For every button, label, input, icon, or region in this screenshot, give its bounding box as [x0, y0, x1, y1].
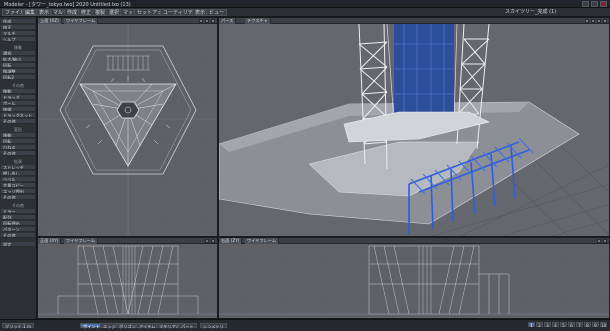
layer-name-dropdown[interactable]: スカイツリー_完成 (1): [505, 9, 556, 16]
toolbar-button[interactable]: ドラッグネット: [1, 113, 35, 118]
toolbar-button[interactable]: 伸縮: [1, 107, 35, 112]
pan-icon[interactable]: [591, 19, 595, 23]
toolbar-button[interactable]: ミラー: [1, 209, 35, 214]
layer-button[interactable]: 4: [552, 322, 559, 328]
zoom-icon[interactable]: [597, 19, 601, 23]
toolbar-button[interactable]: 作成: [1, 19, 35, 24]
toolbar-button[interactable]: 拡大/縮小: [1, 57, 35, 62]
maximize-viewport-icon[interactable]: [603, 239, 607, 243]
side-view-canvas: [219, 244, 609, 318]
toolbar-button[interactable]: その他: [1, 119, 35, 124]
toolbar-button[interactable]: ヘルプ: [1, 37, 35, 42]
status-bar: グリッド 1 m ポイント エッジ ポリゴン アイテム マテリアル パート シン…: [0, 319, 610, 331]
toolbar-button[interactable]: 微調整: [1, 69, 35, 74]
mode-part-button[interactable]: パート: [178, 323, 197, 329]
toolbar-button[interactable]: 回転: [1, 63, 35, 68]
toolbar-button[interactable]: パターン: [1, 227, 35, 232]
title-bar: Modeler - [タワー_tokyo.lwo] 2020 Untitled.…: [0, 0, 610, 8]
toolbar-button[interactable]: 回転押出: [1, 221, 35, 226]
rotate-icon[interactable]: [585, 19, 589, 23]
top-view-canvas: [38, 24, 217, 236]
layer-button[interactable]: 2: [536, 322, 543, 328]
symmetry-button[interactable]: シンメトリ: [200, 323, 227, 329]
layer-button[interactable]: 1: [528, 322, 535, 328]
close-icon[interactable]: [600, 1, 607, 7]
layer-button[interactable]: 5: [560, 322, 567, 328]
toolbar-button[interactable]: その他: [1, 195, 35, 200]
zoom-icon[interactable]: [205, 239, 209, 243]
layer-buttons: 1 2 3 4 5 6 7 8 9 10: [528, 322, 608, 330]
layer-button[interactable]: 7: [576, 322, 583, 328]
maximize-viewport-icon[interactable]: [211, 239, 215, 243]
layer-button[interactable]: 3: [544, 322, 551, 328]
toolbar-button[interactable]: 押し出し: [1, 171, 35, 176]
toolbar-button[interactable]: ひねる: [1, 145, 35, 150]
toolbar-button[interactable]: ポール: [1, 101, 35, 106]
toolbar-button[interactable]: 選択: [1, 51, 35, 56]
toolbar-group-header: 移動: [14, 45, 22, 50]
toolbar-group-header: 変形: [14, 127, 22, 132]
left-toolbar: 作成 修正 マルチ ヘルプ 移動 選択 拡大/縮小 回転 微調整 回転2 その他 移動 ドラッグ ポール伸…: [0, 17, 37, 319]
toolbar-button[interactable]: 回転2: [1, 75, 35, 80]
maximize-viewport-icon[interactable]: [211, 19, 215, 23]
maximize-icon[interactable]: [591, 1, 598, 7]
toolbar-button[interactable]: 大量コピー: [1, 183, 35, 188]
toolbar-button[interactable]: 配列: [1, 215, 35, 220]
maximize-viewport-icon[interactable]: [603, 19, 607, 23]
layer-button[interactable]: 6: [568, 322, 575, 328]
pan-icon[interactable]: [199, 19, 203, 23]
front-view-canvas: [38, 244, 217, 318]
layer-button[interactable]: 10: [600, 322, 607, 328]
grid-value: 1 m: [20, 323, 35, 329]
minimize-icon[interactable]: [582, 1, 589, 7]
viewport-top[interactable]: 上面 (XZ) ワイヤフレーム: [37, 17, 218, 237]
toolbar-button[interactable]: 移動: [1, 89, 35, 94]
toolbar-button[interactable]: 設定: [1, 242, 35, 247]
menu-item-viewmenu[interactable]: ビュー: [206, 9, 228, 16]
toolbar-button[interactable]: マルチ: [1, 31, 35, 36]
toolbar-button[interactable]: その他: [1, 233, 35, 238]
layer-button[interactable]: 8: [584, 322, 591, 328]
toolbar-group-header: その他: [12, 83, 24, 88]
toolbar-button[interactable]: その他: [1, 151, 35, 156]
toolbar-group-header: 拡張: [14, 159, 22, 164]
mode-items-button[interactable]: アイテム: [136, 323, 159, 329]
zoom-icon[interactable]: [597, 239, 601, 243]
toolbar-button[interactable]: エッジ押出: [1, 189, 35, 194]
toolbar-button[interactable]: 修正: [1, 25, 35, 30]
viewport-side[interactable]: 右面 (ZY) ワイヤフレーム: [218, 237, 610, 319]
viewport-perspective[interactable]: パース テクスチャ: [218, 17, 610, 237]
menu-bar: ファイル 編集 表示 マルチ 作成 修正 複製 選択 マップ セットアップ ユー…: [0, 8, 610, 17]
toolbar-button[interactable]: ドラッグ: [1, 95, 35, 100]
toolbar-button[interactable]: 回転: [1, 139, 35, 144]
perspective-canvas: [219, 24, 609, 236]
layer-button[interactable]: 9: [592, 322, 599, 328]
toolbar-button[interactable]: 移動: [1, 133, 35, 138]
zoom-icon[interactable]: [205, 19, 209, 23]
toolbar-button[interactable]: ストレッチ: [1, 165, 35, 170]
viewport-front[interactable]: 正面 (XY) ワイヤフレーム: [37, 237, 218, 319]
toolbar-group-header: その他: [12, 203, 24, 208]
toolbar-button[interactable]: ベベル: [1, 177, 35, 182]
window-title: Modeler - [タワー_tokyo.lwo] 2020 Untitled.…: [4, 2, 131, 8]
